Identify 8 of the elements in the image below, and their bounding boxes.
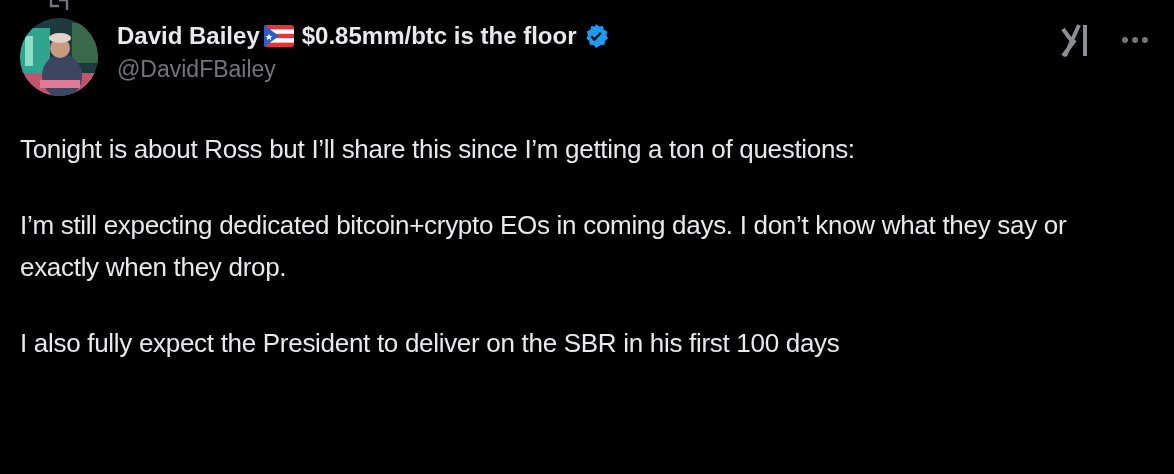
post-paragraph: I’m still expecting dedicated bitcoin+crypto EOs in coming days. I don’t know what they say or exactly when they drop.: [20, 209, 1068, 284]
more-icon[interactable]: [1121, 36, 1149, 44]
post-paragraph: Tonight is about Ross but I’ll share this since I’m getting a ton of questions:: [20, 133, 856, 166]
author-tagline[interactable]: $0.85mm/btc is the floor: [301, 22, 577, 50]
flag-icon: [263, 25, 294, 47]
author-handle[interactable]: @DavidFBailey: [117, 56, 610, 83]
author-name[interactable]: David Bailey: [117, 22, 260, 50]
post-paragraph: I also fully expect the President to deliver on the SBR in his first 100 days: [20, 327, 841, 360]
